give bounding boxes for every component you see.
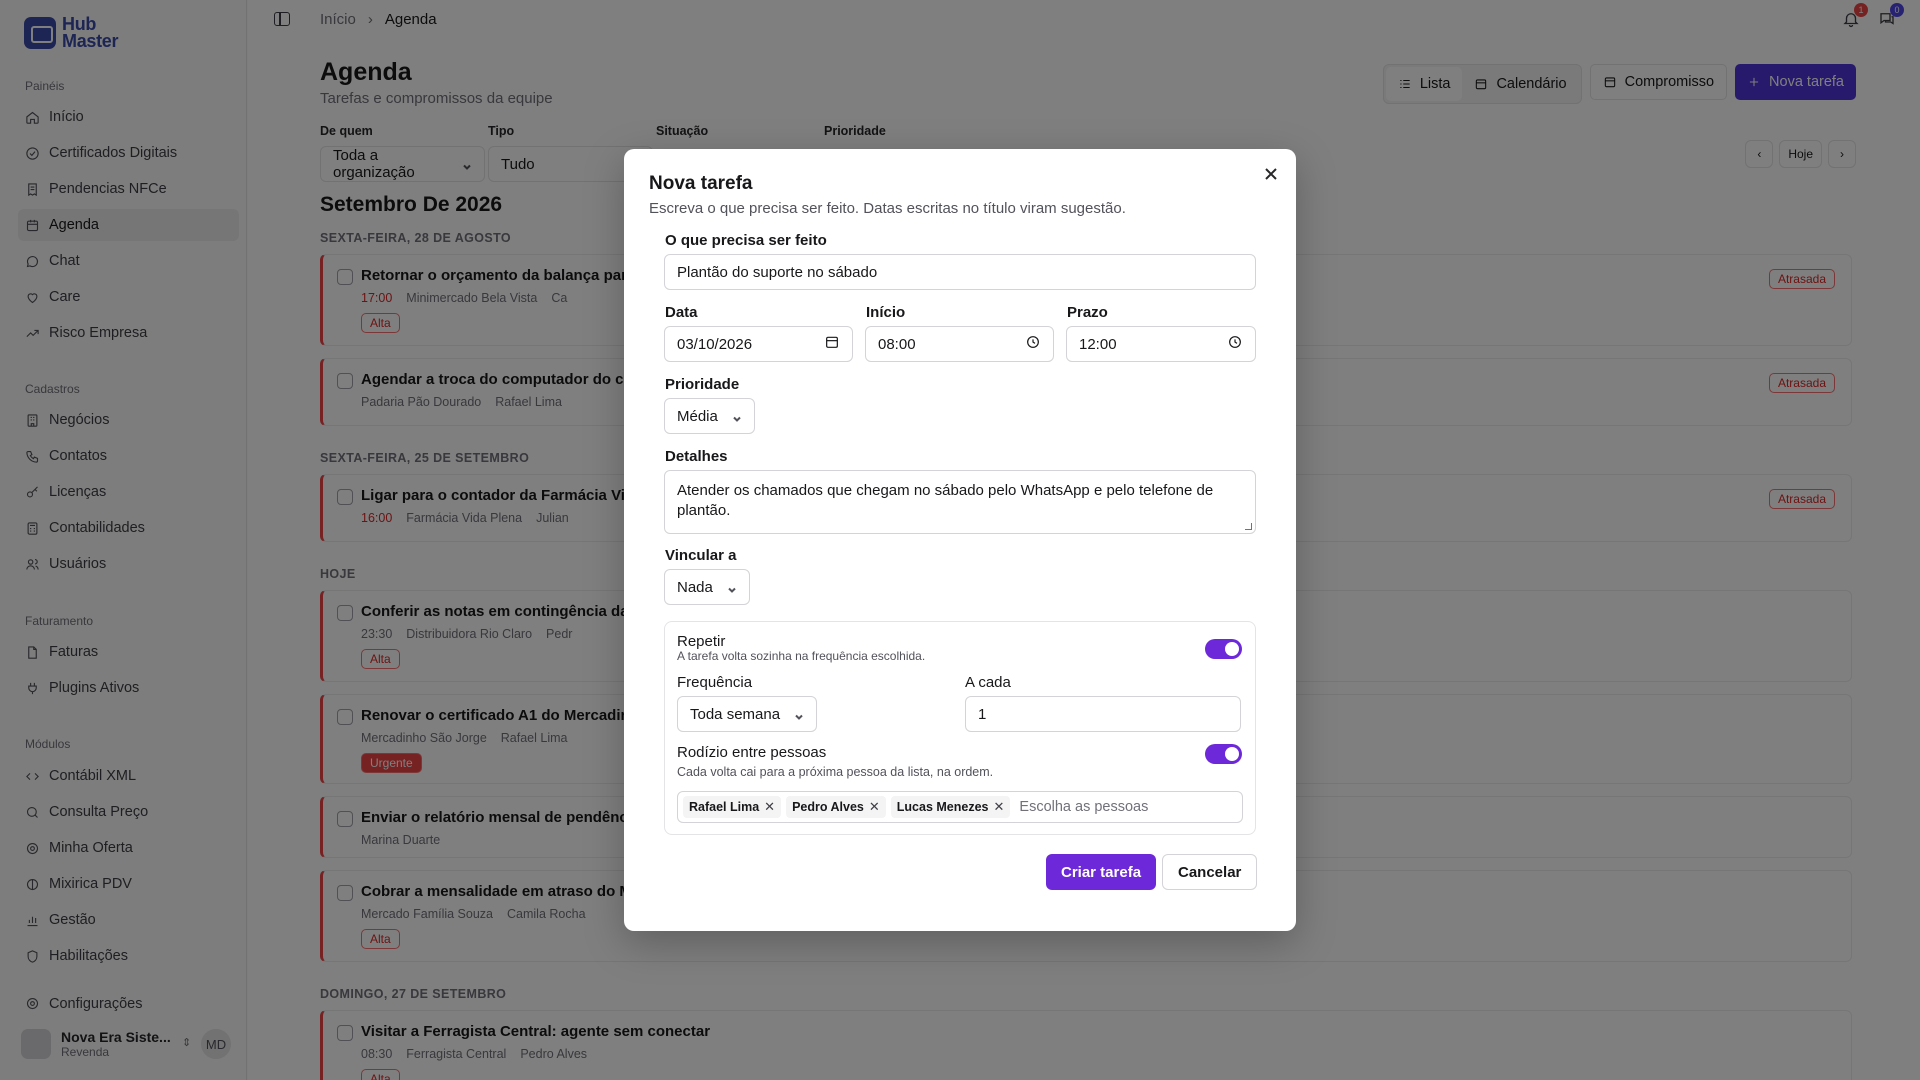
rotation-hint: Cada volta cai para a próxima pessoa da … bbox=[677, 765, 994, 779]
repeat-section: Repetir A tarefa volta sozinha na frequê… bbox=[664, 621, 1256, 835]
remove-chip-icon[interactable]: ✕ bbox=[994, 799, 1005, 815]
people-search-input[interactable]: Escolha as pessoas bbox=[1019, 799, 1148, 815]
chevron-down-icon bbox=[732, 411, 742, 422]
clock-icon[interactable] bbox=[1025, 334, 1041, 354]
repeat-hint: A tarefa volta sozinha na frequência esc… bbox=[677, 649, 926, 663]
remove-chip-icon[interactable]: ✕ bbox=[764, 799, 775, 815]
new-task-dialog: Nova tarefa Escreva o que precisa ser fe… bbox=[624, 149, 1296, 931]
link-label: Vincular a bbox=[665, 547, 737, 564]
every-label: A cada bbox=[965, 674, 1011, 691]
priority-label: Prioridade bbox=[665, 376, 740, 393]
person-chip: Lucas Menezes ✕ bbox=[890, 796, 1011, 818]
link-select[interactable]: Nada bbox=[664, 569, 750, 605]
dialog-subtitle: Escreva o que precisa ser feito. Datas e… bbox=[649, 200, 1126, 217]
date-input[interactable]: 03/10/2026 bbox=[664, 326, 853, 362]
due-label: Prazo bbox=[1067, 304, 1108, 321]
close-icon[interactable] bbox=[1263, 166, 1279, 182]
repeat-label: Repetir bbox=[677, 633, 726, 650]
person-chip: Pedro Alves ✕ bbox=[786, 796, 886, 818]
remove-chip-icon[interactable]: ✕ bbox=[869, 799, 880, 815]
date-label: Data bbox=[665, 304, 698, 321]
start-label: Início bbox=[866, 304, 906, 321]
chevron-down-icon bbox=[727, 582, 737, 593]
create-task-button[interactable]: Criar tarefa bbox=[1046, 854, 1157, 890]
repeat-toggle[interactable] bbox=[1205, 639, 1242, 659]
rotation-toggle[interactable] bbox=[1205, 744, 1242, 764]
start-time-input[interactable]: 08:00 bbox=[865, 326, 1054, 362]
people-multiselect[interactable]: Rafael Lima ✕ Pedro Alves ✕ Lucas Menezes ✕… bbox=[677, 791, 1243, 823]
priority-select[interactable]: Média bbox=[664, 398, 755, 434]
frequency-select[interactable]: Toda semana bbox=[677, 696, 818, 732]
resize-handle-icon[interactable] bbox=[1245, 523, 1252, 530]
what-label: O que precisa ser feito bbox=[665, 232, 827, 249]
details-label: Detalhes bbox=[665, 448, 728, 465]
frequency-label: Frequência bbox=[677, 674, 753, 691]
every-input[interactable]: 1 bbox=[965, 696, 1241, 732]
rotation-label: Rodízio entre pessoas bbox=[677, 744, 827, 761]
clock-icon[interactable] bbox=[1227, 334, 1243, 354]
person-chip: Rafael Lima ✕ bbox=[683, 796, 782, 818]
calendar-icon[interactable] bbox=[824, 334, 840, 354]
task-title-input[interactable]: Plantão do suporte no sábado bbox=[664, 254, 1256, 290]
details-textarea[interactable]: Atender os chamados que chegam no sábado… bbox=[664, 470, 1256, 534]
cancel-button[interactable]: Cancelar bbox=[1162, 854, 1258, 890]
chevron-down-icon bbox=[794, 709, 804, 720]
due-time-input[interactable]: 12:00 bbox=[1066, 326, 1256, 362]
dialog-title: Nova tarefa bbox=[649, 173, 753, 194]
